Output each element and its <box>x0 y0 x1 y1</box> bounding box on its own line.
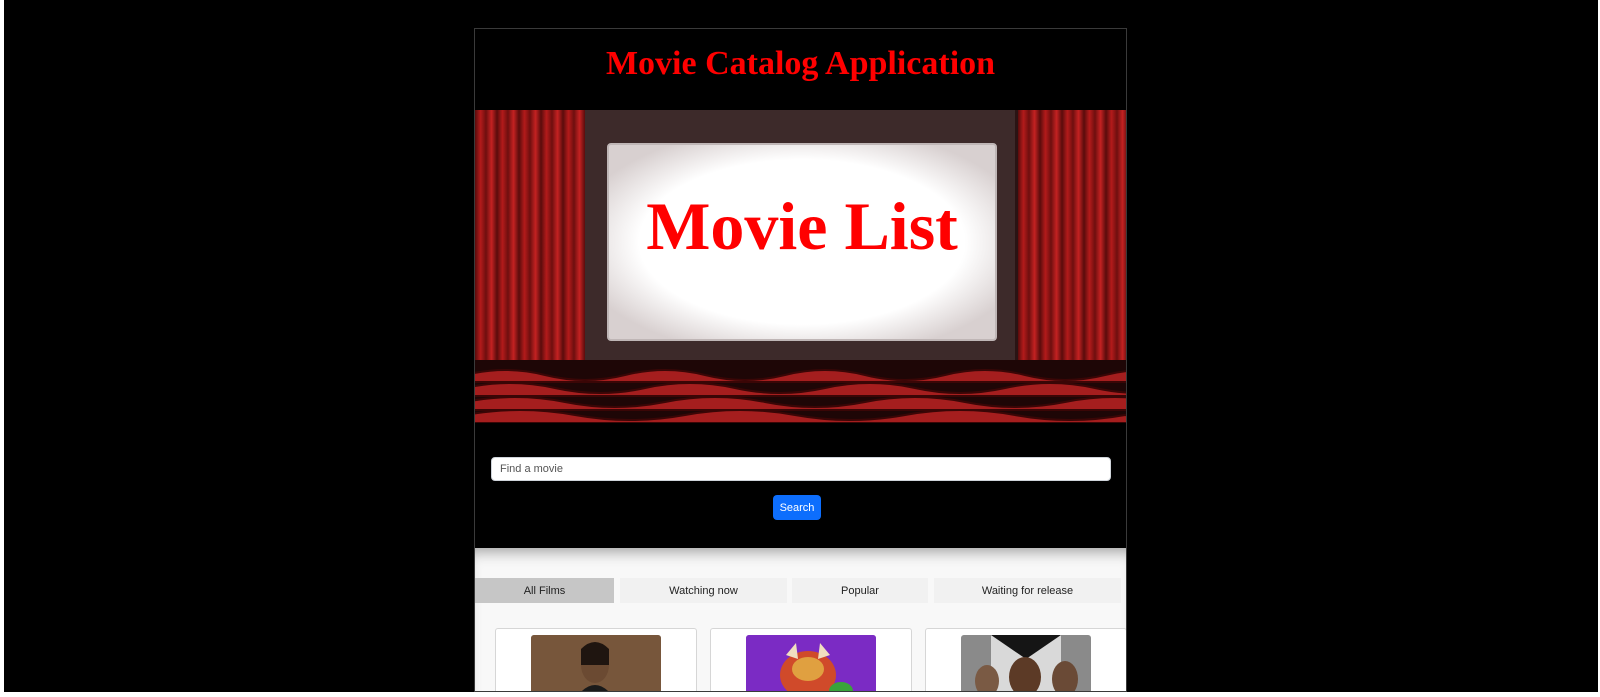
movie-poster-image[interactable] <box>531 635 661 691</box>
page-viewport: Movie Catalog Application Movie List Fin… <box>4 0 1598 692</box>
search-input[interactable] <box>491 457 1111 481</box>
hero-title: Movie List <box>646 188 958 264</box>
search-button[interactable]: Search <box>773 495 821 520</box>
tab-popular[interactable]: Popular <box>792 578 928 603</box>
movie-poster-image[interactable] <box>961 635 1091 691</box>
movie-card[interactable] <box>925 628 1126 691</box>
movie-list <box>475 628 1126 691</box>
app-container: Movie Catalog Application Movie List Fin… <box>474 28 1127 692</box>
movie-card[interactable] <box>495 628 697 691</box>
app-title: Movie Catalog Application <box>605 45 996 82</box>
right-curtain <box>1018 110 1126 370</box>
cinema-illustration <box>475 110 1126 423</box>
tab-all-films[interactable]: All Films <box>475 578 614 603</box>
category-tabs: All Films Watching now Popular Waiting f… <box>475 578 1126 604</box>
theater-seats <box>475 360 1126 423</box>
movie-poster-image[interactable] <box>746 635 876 691</box>
left-curtain <box>475 110 585 370</box>
search-section: Search <box>475 423 1126 548</box>
tab-watching-now[interactable]: Watching now <box>620 578 787 603</box>
hero-banner: Movie List <box>475 110 1126 423</box>
tab-waiting-for-release[interactable]: Waiting for release <box>934 578 1121 603</box>
movies-section: All Films Watching now Popular Waiting f… <box>475 548 1126 691</box>
movie-card[interactable] <box>710 628 912 691</box>
